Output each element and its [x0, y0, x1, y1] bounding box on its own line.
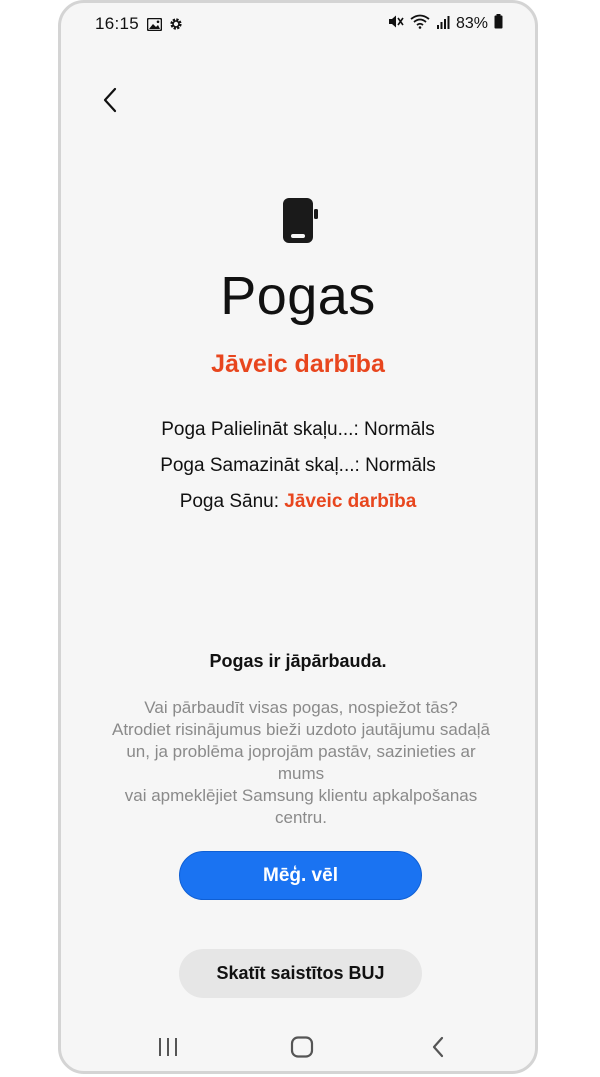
home-button[interactable] [285, 1035, 319, 1063]
info-line: un, ja problēma joprojām pastāv, sazinie… [126, 742, 476, 783]
phone-side-button-icon [281, 196, 325, 246]
status-time: 16:15 [95, 14, 140, 33]
retry-button[interactable]: Mēģ. vēl [179, 851, 422, 900]
result-label: Poga Palielināt skaļu...: [161, 419, 365, 440]
mute-icon [388, 14, 404, 34]
status-heading: Jāveic darbība [211, 350, 385, 378]
recents-button[interactable] [151, 1035, 185, 1063]
info-line: Atrodiet risinājumus bieži uzdoto jautāj… [112, 720, 490, 739]
recents-icon [157, 1037, 179, 1062]
gear-icon [169, 16, 183, 36]
info-line: Vai pārbaudīt visas pogas, nospiežot tās… [144, 698, 458, 717]
check-title: Pogas ir jāpārbauda. [209, 651, 387, 671]
phone-screen: 16:15 83% Pogas Jāveic darbība Poga Pali… [58, 0, 538, 1074]
back-icon [431, 1036, 445, 1063]
status-left-icons [146, 16, 183, 36]
info-line: centru. [275, 808, 327, 827]
result-row-volume-up: Poga Palielināt skaļu...: Normāls [61, 416, 535, 452]
result-label: Poga Samazināt skaļ...: [160, 455, 366, 476]
back-button[interactable] [95, 85, 125, 119]
result-list: Poga Palielināt skaļu...: Normāls Poga S… [61, 416, 535, 524]
result-row-side: Poga Sānu: Jāveic darbība [61, 488, 535, 524]
system-back-button[interactable] [421, 1035, 455, 1063]
image-icon [146, 16, 163, 36]
result-row-volume-down: Poga Samazināt skaļ...: Normāls [61, 452, 535, 488]
info-line: vai apmeklējiet Samsung klientu apkalpoš… [124, 786, 478, 805]
view-faq-button[interactable]: Skatīt saistītos BUJ [179, 949, 422, 998]
result-value-warning: Jāveic darbība [284, 491, 417, 512]
result-label: Poga Sānu: [179, 491, 285, 512]
chevron-left-icon [102, 87, 118, 118]
result-value: Normāls [364, 419, 435, 440]
home-icon [290, 1035, 314, 1063]
status-right-icons: 83% [388, 14, 503, 34]
info-text: Vai pārbaudīt visas pogas, nospiežot tās… [101, 697, 501, 829]
signal-icon [436, 14, 450, 34]
system-nav-bar [61, 1023, 535, 1071]
page-title: Pogas [220, 266, 376, 326]
battery-icon [494, 14, 503, 34]
result-value: Normāls [365, 455, 436, 476]
battery-percent: 83% [455, 15, 488, 32]
status-bar: 16:15 83% [61, 3, 535, 47]
wifi-icon [410, 14, 430, 34]
